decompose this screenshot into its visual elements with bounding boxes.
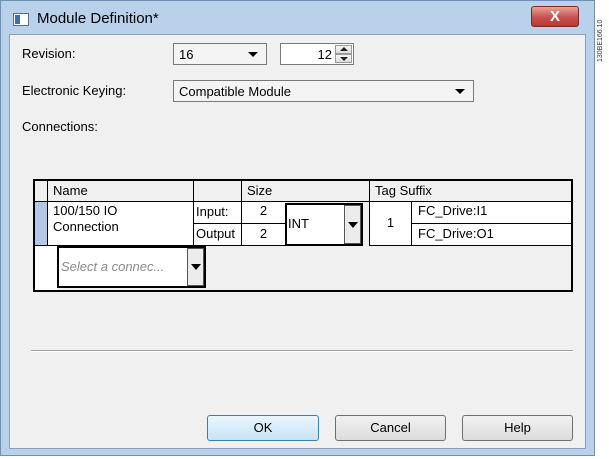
connections-table: Name Size Tag Suffix 100/150 IO Connecti…: [33, 179, 573, 292]
connection-name-line1: 100/150 IO: [53, 203, 118, 218]
tag-number-cell[interactable]: 1: [369, 202, 411, 246]
figure-code: 130BE166.10: [597, 19, 604, 62]
column-header-size[interactable]: Size: [241, 181, 369, 202]
cancel-button[interactable]: Cancel: [335, 415, 446, 441]
revision-minor-spinner[interactable]: 12: [280, 43, 354, 65]
new-connection-placeholder: Select a connec...: [61, 259, 165, 274]
row-selector[interactable]: [35, 202, 47, 246]
column-header-io: [193, 181, 241, 202]
output-tag-cell[interactable]: FC_Drive:O1: [411, 224, 571, 246]
data-type-value: INT: [288, 216, 309, 231]
revision-label: Revision:: [22, 46, 76, 61]
connection-name-cell[interactable]: 100/150 IO Connection: [47, 202, 193, 246]
new-connection-select[interactable]: Select a connec...: [57, 246, 206, 288]
help-button[interactable]: Help: [462, 415, 573, 441]
connection-name-line2: Connection: [53, 219, 119, 234]
title-bar[interactable]: Module Definition* X: [1, 1, 594, 33]
connections-label: Connections:: [22, 119, 98, 134]
window-title: Module Definition*: [37, 10, 159, 27]
output-label-cell: Output: [193, 224, 241, 246]
chevron-down-icon[interactable]: [187, 248, 204, 286]
electronic-keying-label: Electronic Keying:: [22, 83, 127, 98]
chevron-down-icon: [248, 52, 258, 57]
electronic-keying-select[interactable]: Compatible Module: [173, 80, 474, 102]
close-button[interactable]: X: [531, 6, 579, 27]
revision-major-select[interactable]: 16: [173, 43, 267, 65]
dialog-body: Revision: 16 12 Electronic Keying: Compa…: [9, 34, 586, 449]
header-selector-cell: [35, 181, 47, 202]
chevron-down-icon[interactable]: [344, 205, 361, 244]
data-type-select[interactable]: INT: [285, 203, 363, 246]
close-icon: X: [549, 8, 560, 25]
spin-down-icon[interactable]: [335, 54, 352, 63]
new-row-selector: [35, 246, 57, 290]
column-header-tag-suffix[interactable]: Tag Suffix: [369, 181, 571, 202]
electronic-keying-value: Compatible Module: [179, 84, 292, 99]
ok-button[interactable]: OK: [207, 415, 319, 441]
input-label-cell: Input:: [193, 202, 241, 224]
separator: [31, 350, 573, 352]
output-size-cell[interactable]: 2: [241, 224, 285, 246]
revision-minor-value: 12: [317, 47, 332, 62]
input-tag-cell[interactable]: FC_Drive:I1: [411, 202, 571, 224]
spin-up-icon[interactable]: [335, 45, 352, 54]
chevron-down-icon: [455, 89, 465, 94]
input-size-cell[interactable]: 2: [241, 202, 285, 224]
column-header-name[interactable]: Name: [47, 181, 193, 202]
window-app-icon: [13, 13, 29, 26]
revision-major-value: 16: [179, 47, 194, 62]
module-definition-dialog: Module Definition* X Revision: 16 12 Ele…: [0, 0, 595, 456]
